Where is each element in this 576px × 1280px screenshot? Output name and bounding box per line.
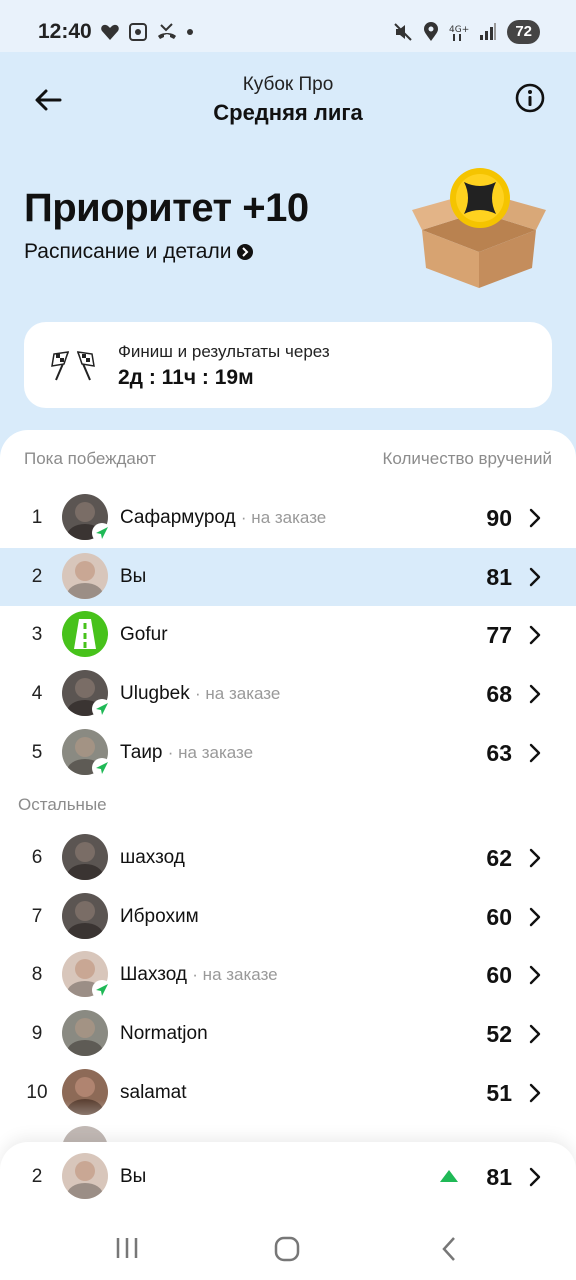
- rank-number: 2: [31, 565, 43, 587]
- system-navigation-bar: [0, 1216, 576, 1280]
- delivery-count: 62: [486, 845, 512, 871]
- driver-status: · на заказе: [192, 965, 278, 985]
- leaderboard-row[interactable]: 6 шахзод 62: [0, 829, 576, 887]
- info-button[interactable]: [514, 82, 546, 114]
- gift-box-coin-icon: [412, 168, 546, 288]
- mute-icon: [394, 23, 413, 41]
- driver-status: · на заказе: [240, 508, 327, 527]
- location-icon: [424, 22, 439, 41]
- chevron-right-icon: [529, 1024, 541, 1044]
- rank-number: 6: [31, 847, 43, 868]
- leaderboard-row[interactable]: 4 Ulugbek · на заказе 68: [0, 665, 576, 723]
- driver-name: Вы: [120, 1166, 147, 1187]
- finish-countdown-card: Финиш и результаты через 2д : 11ч : 19м: [24, 322, 552, 408]
- checkered-flags-icon: [51, 351, 95, 381]
- driver-name: Вы: [120, 565, 147, 587]
- schedule-details-label: Расписание и детали: [24, 240, 232, 263]
- rank-number: 8: [31, 964, 43, 986]
- my-leaderboard-row[interactable]: 2 Вы 81: [0, 547, 576, 606]
- chevron-circle-icon: [237, 244, 254, 260]
- page-title: Средняя лига: [213, 100, 363, 125]
- heart-icon: [101, 24, 119, 40]
- on-order-icon: [92, 757, 112, 778]
- leaderboard-row[interactable]: 9 Normatjon 52: [0, 1005, 576, 1063]
- dot-icon: [187, 29, 193, 35]
- delivery-count: 68: [486, 681, 512, 708]
- avatar: [62, 611, 108, 658]
- leaderboard-row[interactable]: 3 Gofur 77: [0, 606, 576, 664]
- avatar: [62, 552, 108, 599]
- rank-number: 4: [31, 683, 43, 705]
- recent-apps-icon[interactable]: [114, 1236, 140, 1260]
- delivery-count: 90: [486, 505, 512, 531]
- page-subtitle: Кубок Про: [242, 74, 334, 95]
- chevron-right-icon: [529, 966, 541, 985]
- chevron-right-icon: [529, 743, 541, 762]
- priority-title: Приоритет +10: [24, 186, 309, 230]
- driver-name: Gofur: [120, 624, 168, 646]
- delivery-count: 77: [486, 622, 512, 649]
- delivery-count: 81: [486, 1164, 512, 1190]
- avatar: [62, 834, 108, 880]
- my-position-row[interactable]: 2 Вы 81: [0, 1148, 576, 1206]
- delivery-count: 63: [486, 739, 512, 766]
- driver-name: Normatjon: [120, 1023, 208, 1045]
- svg-text:4G+: 4G+: [449, 25, 469, 35]
- delivery-count: 60: [486, 903, 512, 930]
- avatar: [62, 1010, 108, 1057]
- leaderboard-row[interactable]: 5 Таир · на заказе 63: [0, 724, 576, 782]
- rank-number: 1: [31, 507, 43, 528]
- rank-number: 9: [31, 1023, 43, 1045]
- driver-name: Таир: [120, 741, 163, 763]
- leaderboard-row[interactable]: 1 Сафармурод · на заказе 90: [0, 489, 576, 547]
- missed-call-icon: [158, 23, 176, 39]
- rank-number: 5: [31, 741, 43, 763]
- finish-label: Финиш и результаты через: [118, 342, 330, 361]
- deliveries-column-header: Количество вручений: [382, 449, 552, 468]
- on-order-icon: [92, 980, 112, 1001]
- trend-up-icon: [440, 1170, 458, 1182]
- chevron-right-icon: [529, 907, 541, 926]
- leaders-column-header: Пока побеждают: [24, 449, 157, 468]
- driver-status: · на заказе: [195, 684, 281, 704]
- avatar: [62, 892, 108, 939]
- screenshot-icon: [129, 23, 147, 41]
- chevron-right-icon: [529, 508, 541, 528]
- info-icon: [515, 83, 545, 113]
- driver-name: Сафармурод: [120, 507, 236, 528]
- driver-name: шахзод: [120, 847, 185, 868]
- chevron-right-icon: [529, 626, 541, 645]
- rank-number: 7: [31, 905, 43, 927]
- status-bar: 12:40 4G+ 72: [0, 0, 576, 52]
- battery-indicator: 72: [507, 20, 540, 44]
- rank-number: 2: [31, 1166, 43, 1187]
- driver-name: Иброхим: [120, 905, 199, 927]
- on-order-icon: [92, 523, 112, 543]
- chevron-right-icon: [529, 567, 541, 586]
- schedule-details-link[interactable]: Расписание и детали: [24, 240, 254, 264]
- back-nav-icon[interactable]: [440, 1236, 458, 1262]
- others-section-label: Остальные: [18, 795, 107, 814]
- avatar: [62, 1153, 108, 1199]
- chevron-right-icon: [529, 1167, 541, 1187]
- signal-icon: [480, 23, 497, 40]
- on-order-icon: [92, 699, 112, 720]
- driver-name: Шахзод: [120, 964, 188, 986]
- status-time: 12:40: [38, 20, 92, 43]
- home-icon[interactable]: [274, 1236, 300, 1262]
- driver-status: · на заказе: [167, 742, 254, 762]
- network-4g-icon: 4G+: [449, 25, 469, 41]
- delivery-count: 60: [486, 962, 512, 989]
- leaderboard-row[interactable]: 7 Иброхим 60: [0, 888, 576, 946]
- rank-number: 3: [31, 624, 43, 646]
- leaderboard-row[interactable]: 8 Шахзод · на заказе 60: [0, 946, 576, 1004]
- delivery-count: 81: [486, 563, 512, 590]
- chevron-right-icon: [529, 848, 541, 868]
- driver-name: Ulugbek: [120, 683, 190, 705]
- delivery-count: 52: [486, 1021, 512, 1048]
- chevron-right-icon: [529, 684, 541, 704]
- finish-countdown: 2д : 11ч : 19м: [118, 366, 254, 389]
